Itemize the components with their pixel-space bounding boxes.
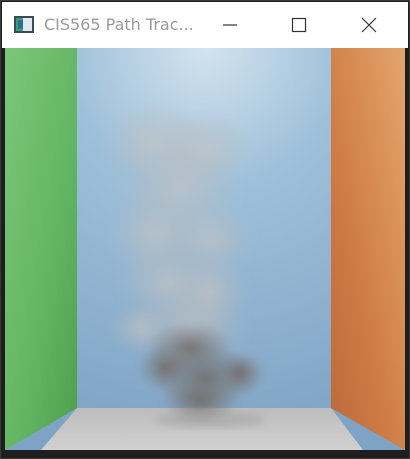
close-button[interactable] <box>346 2 392 48</box>
maximize-button[interactable] <box>276 2 322 48</box>
render-canvas <box>5 48 405 450</box>
minimize-button[interactable] <box>207 2 253 48</box>
minimize-icon <box>223 24 237 26</box>
title-bar[interactable]: CIS565 Path Trac... <box>2 2 408 48</box>
maximize-icon <box>291 17 307 33</box>
close-icon <box>361 17 377 33</box>
app-window-icon <box>14 16 34 33</box>
render-viewport[interactable] <box>5 48 405 450</box>
window-title: CIS565 Path Trac... <box>44 15 194 34</box>
floor-shadow <box>155 412 265 428</box>
right-wall <box>331 48 405 450</box>
left-wall <box>5 48 77 450</box>
app-window: CIS565 Path Trac... <box>0 0 410 459</box>
